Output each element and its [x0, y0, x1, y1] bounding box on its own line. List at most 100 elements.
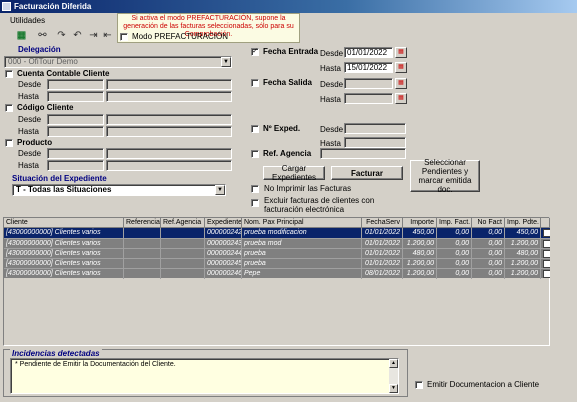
no-imprimir-checkbox[interactable]: [251, 185, 259, 193]
forward-all-icon[interactable]: ⇥: [86, 29, 101, 42]
col-imp-pdte[interactable]: Imp. Pdte.: [505, 218, 541, 228]
table-row[interactable]: [43000000000] Clientes varios 000000243 pr…: [4, 238, 551, 249]
producto-hasta-label: Hasta: [18, 161, 39, 170]
calendar-icon[interactable]: ▦: [395, 93, 407, 104]
incidencias-text-box[interactable]: * Pendiente de Emitir la Documentación d…: [10, 358, 399, 394]
excluir-checkbox[interactable]: [251, 199, 259, 207]
calendar-icon[interactable]: ▦: [395, 47, 407, 58]
cargar-expedientes-button[interactable]: Cargar Expedientes: [263, 164, 325, 182]
menu-utilidades[interactable]: Utilidades: [10, 16, 45, 25]
scroll-up-icon[interactable]: ▲: [389, 359, 398, 368]
fecha-salida-checkbox[interactable]: [251, 79, 259, 87]
cell-ref-agencia: [161, 269, 205, 279]
prefacturacion-checkbox[interactable]: [120, 33, 128, 41]
codigo-hasta-name-input[interactable]: [106, 126, 232, 137]
col-cliente[interactable]: Cliente: [4, 218, 124, 228]
table-row[interactable]: [43000000000] Clientes varios 000000242 pr…: [4, 228, 551, 238]
expediente-hasta-label: Hasta: [320, 139, 341, 148]
facturar-button[interactable]: Facturar: [331, 166, 403, 180]
fecha-entrada-checkbox[interactable]: ✓: [251, 48, 259, 56]
col-no-fact[interactable]: No Fact: [472, 218, 505, 228]
expedientes-grid[interactable]: Cliente Referencia Ref.Agencia Expedient…: [3, 217, 551, 346]
situacion-select[interactable]: T - Todas las Situaciones ▼: [12, 184, 226, 196]
cuenta-desde-input[interactable]: [47, 79, 104, 90]
no-imprimir-label: No Imprimir las Facturas: [264, 184, 352, 193]
fecha-salida-hasta-label: Hasta: [320, 95, 341, 104]
facturar-label: Facturar: [350, 168, 383, 178]
fecha-salida-desde-input[interactable]: [344, 78, 393, 89]
col-importe[interactable]: Importe: [403, 218, 437, 228]
app-icon: [2, 2, 11, 11]
cell-imp-fact: 0,00: [437, 228, 472, 238]
grid-side-area: [550, 217, 573, 346]
delegacion-select[interactable]: 000 - OfiTour Demo ▼: [4, 56, 232, 68]
chevron-down-icon[interactable]: ▼: [221, 57, 231, 67]
emitir-checkbox[interactable]: [415, 381, 423, 389]
expediente-desde-input[interactable]: [344, 123, 406, 134]
cell-pax: prueba modificacion: [242, 228, 362, 238]
cuenta-hasta-name-input[interactable]: [106, 91, 232, 102]
col-expediente[interactable]: Expediente: [205, 218, 242, 228]
producto-checkbox[interactable]: [5, 139, 13, 147]
producto-desde-label: Desde: [18, 149, 42, 158]
fecha-salida-label: Fecha Salida: [263, 78, 312, 87]
seleccionar-pendientes-button[interactable]: Seleccionar Pendientes y marcar emitida …: [410, 158, 480, 194]
col-ref-agencia[interactable]: Ref.Agencia: [161, 218, 205, 228]
producto-hasta-input[interactable]: [47, 160, 104, 171]
col-imp-fact[interactable]: Imp. Fact.: [437, 218, 472, 228]
fecha-entrada-desde-label: Desde: [320, 49, 344, 58]
cell-expediente: 000000246: [207, 269, 242, 279]
table-row[interactable]: [43000000000] Clientes varios 000000245 pr…: [4, 258, 551, 269]
redo-icon[interactable]: ↷: [54, 29, 69, 42]
cell-ref-agencia: [161, 228, 205, 238]
table-row[interactable]: [43000000000] Clientes varios 000000244 pr…: [4, 248, 551, 259]
fecha-entrada-hasta-input[interactable]: 15/01/2022: [344, 62, 393, 73]
cuenta-desde-name-input[interactable]: [106, 79, 232, 90]
producto-desde-input[interactable]: [47, 148, 104, 159]
cell-cliente: [43000000000] Clientes varios: [4, 228, 124, 238]
cell-expediente: 000000242: [207, 228, 242, 238]
table-row[interactable]: [43000000000] Clientes varios 000000246 Pe…: [4, 268, 551, 279]
agencia-checkbox[interactable]: [251, 150, 259, 158]
producto-desde-name-input[interactable]: [106, 148, 232, 159]
codigo-checkbox[interactable]: [5, 104, 13, 112]
col-referencia[interactable]: Referencia: [124, 218, 161, 228]
expediente-checkbox[interactable]: [251, 125, 259, 133]
undo-icon[interactable]: ↶: [70, 29, 85, 42]
codigo-desde-name-input[interactable]: [106, 114, 232, 125]
binoculars-icon[interactable]: ⚯: [35, 29, 50, 42]
chevron-down-icon[interactable]: ▼: [215, 185, 225, 195]
cell-imp-fact: 0,00: [437, 269, 472, 279]
situacion-label: Situación del Expediente: [12, 174, 107, 183]
back-all-icon[interactable]: ⇤: [100, 29, 115, 42]
excluir-label: Excluir facturas de clientes con factura…: [264, 196, 375, 214]
expediente-hasta-input[interactable]: [344, 137, 406, 148]
producto-label: Producto: [17, 138, 53, 147]
codigo-desde-input[interactable]: [47, 114, 104, 125]
incidencias-scrollbar[interactable]: ▲ ▼: [389, 359, 398, 393]
cell-importe: 450,00: [403, 228, 437, 238]
situacion-value: T - Todas las Situaciones: [16, 185, 112, 194]
cuenta-label: Cuenta Contable Cliente: [17, 69, 110, 78]
seleccionar-label: Seleccionar Pendientes y marcar emitida …: [418, 158, 472, 194]
delegacion-value: 000 - OfiTour Demo: [8, 57, 78, 66]
prefacturacion-label: Modo PREFACTURACIÓN: [132, 32, 229, 41]
calendar-icon[interactable]: ▦: [395, 78, 407, 89]
col-fechaserv[interactable]: FechaServ: [362, 218, 403, 228]
expediente-label: Nº Exped.: [263, 124, 301, 133]
col-pax[interactable]: Nom. Pax Principal: [242, 218, 362, 228]
cell-pax: Pepe: [242, 269, 362, 279]
calendar-icon[interactable]: ▦: [395, 62, 407, 73]
producto-hasta-name-input[interactable]: [106, 160, 232, 171]
scroll-down-icon[interactable]: ▼: [389, 384, 398, 393]
delegacion-label: Delegación: [18, 45, 61, 54]
cuenta-checkbox[interactable]: [5, 70, 13, 78]
agencia-input[interactable]: [320, 148, 406, 159]
excel-icon[interactable]: ▦: [14, 29, 29, 42]
fecha-salida-hasta-input[interactable]: [344, 93, 393, 104]
title-bar: Facturación Diferida: [0, 0, 577, 13]
window-title: Facturación Diferida: [14, 2, 92, 11]
fecha-entrada-desde-input[interactable]: 01/01/2022: [344, 47, 393, 58]
codigo-hasta-input[interactable]: [47, 126, 104, 137]
cuenta-hasta-input[interactable]: [47, 91, 104, 102]
